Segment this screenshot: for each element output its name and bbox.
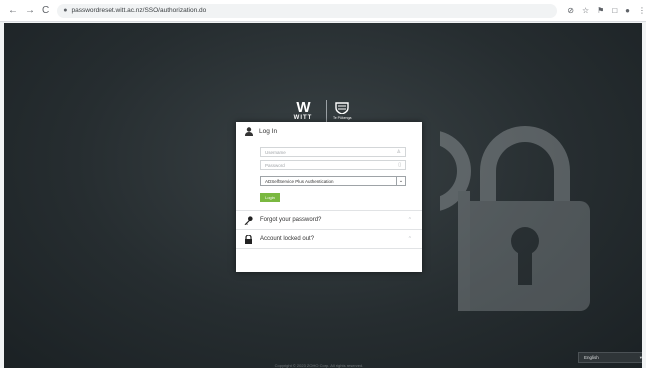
browser-toolbar: ← → C ● passwordreset.witt.ac.nz/SSO/aut… bbox=[0, 0, 646, 22]
url-text: passwordreset.witt.ac.nz/SSO/authorizati… bbox=[71, 7, 207, 14]
language-select[interactable]: English ▾ bbox=[578, 352, 642, 363]
username-placeholder: Username bbox=[265, 149, 286, 155]
forgot-password-link[interactable]: Forgot your password? ^ bbox=[236, 211, 422, 229]
lock-field-icon: ▯ bbox=[398, 162, 401, 168]
profile-icon[interactable]: ● bbox=[625, 6, 630, 15]
forward-icon[interactable]: → bbox=[25, 5, 35, 16]
witt-logo: W WITT bbox=[286, 99, 320, 121]
copyright-text: Copyright © 2023 ZOHO Corp. All rights r… bbox=[274, 363, 364, 368]
witt-mark: W bbox=[296, 99, 310, 116]
password-placeholder: Password bbox=[265, 162, 285, 168]
login-page: W WITT Te Pūkenga Log In Username ♙ Pass… bbox=[4, 23, 642, 368]
chevron-up-icon: ^ bbox=[408, 217, 411, 223]
auth-method-select[interactable]: ADSelfService Plus Authentication ⌄ bbox=[260, 176, 406, 186]
user-icon bbox=[245, 126, 253, 136]
reload-icon[interactable]: C bbox=[42, 5, 49, 16]
witt-wordmark: WITT bbox=[293, 115, 313, 121]
username-input[interactable]: Username ♙ bbox=[260, 147, 406, 157]
chevron-down-icon: ⌄ bbox=[396, 177, 405, 185]
extension-icon[interactable]: ⚑ bbox=[597, 6, 604, 15]
padlock-key-background-icon bbox=[440, 126, 590, 311]
login-header: Log In bbox=[236, 122, 422, 140]
split-view-icon[interactable]: □ bbox=[612, 6, 617, 15]
padlock-icon bbox=[245, 234, 252, 244]
browser-actions: ⊘ ☆ ⚑ □ ● ⋮ bbox=[567, 6, 646, 15]
bookmark-star-icon[interactable]: ☆ bbox=[582, 6, 589, 15]
menu-icon[interactable]: ⋮ bbox=[638, 6, 646, 15]
auth-method-value: ADSelfService Plus Authentication bbox=[265, 178, 334, 184]
account-locked-link[interactable]: Account locked out? ^ bbox=[236, 230, 422, 248]
password-input[interactable]: Password ▯ bbox=[260, 160, 406, 170]
address-bar[interactable]: ● passwordreset.witt.ac.nz/SSO/authoriza… bbox=[57, 3, 558, 18]
user-field-icon: ♙ bbox=[396, 149, 401, 155]
logo-divider bbox=[326, 100, 327, 122]
language-value: English bbox=[584, 355, 599, 360]
partner-wordmark: Te Pūkenga bbox=[333, 116, 352, 120]
partner-logo: Te Pūkenga bbox=[333, 102, 352, 120]
chevron-up-icon: ^ bbox=[408, 236, 411, 242]
partner-shield-icon bbox=[335, 102, 349, 114]
forgot-password-label: Forgot your password? bbox=[260, 217, 322, 223]
lock-icon: ● bbox=[63, 7, 68, 14]
back-icon[interactable]: ← bbox=[8, 5, 18, 16]
key-icon bbox=[244, 215, 253, 225]
blocked-icon[interactable]: ⊘ bbox=[567, 6, 574, 15]
login-button[interactable]: Login bbox=[260, 193, 280, 202]
account-locked-label: Account locked out? bbox=[260, 236, 315, 242]
divider bbox=[236, 248, 422, 249]
login-panel: Log In Username ♙ Password ▯ ADSelfServi… bbox=[236, 122, 422, 272]
chevron-down-icon: ▾ bbox=[639, 354, 642, 360]
login-title: Log In bbox=[259, 127, 278, 135]
